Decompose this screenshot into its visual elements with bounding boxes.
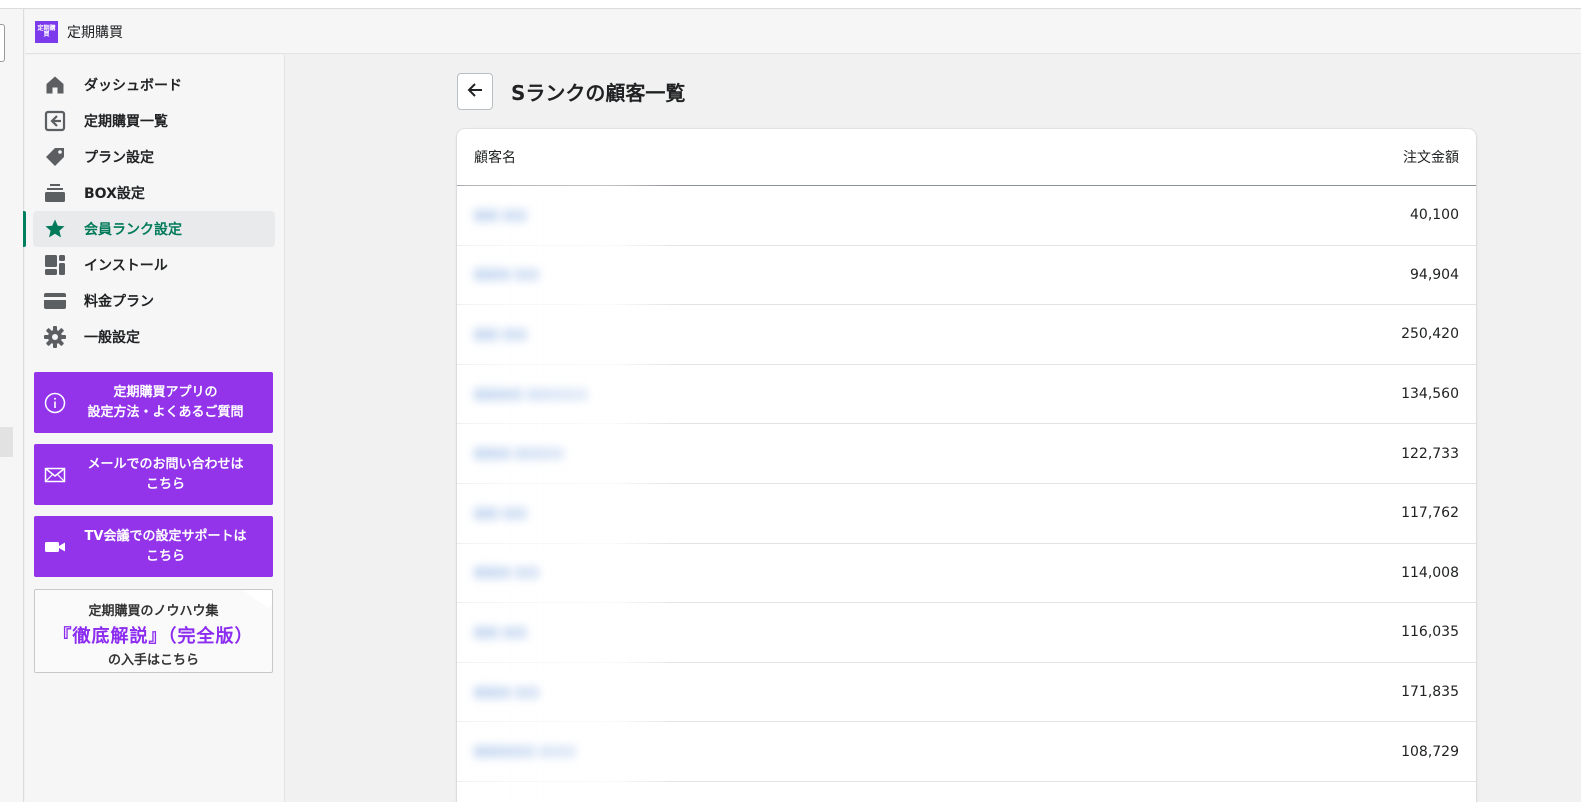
sidebar-item-label: プラン設定 xyxy=(84,150,154,166)
table-row: ■■ ■■ 116,035 xyxy=(457,603,1476,663)
knowhow-line2: 『徹底解説』（完全版） xyxy=(53,626,254,647)
subscription-list-icon xyxy=(43,109,67,133)
mail-promo-line2: こちら xyxy=(145,476,185,492)
sidebar-item-label: BOX設定 xyxy=(84,186,145,202)
column-header-name: 顧客名 xyxy=(474,150,516,166)
table-header: 顧客名 注文金額 xyxy=(457,129,1476,186)
knowhow-line1: 定期購買のノウハウ集 xyxy=(88,604,219,619)
sidebar-item-dashboard[interactable]: ダッシュボード xyxy=(33,67,275,103)
info-icon xyxy=(44,392,66,414)
tv-promo-line2: こちら xyxy=(145,548,185,564)
sidebar-item-label: インストール xyxy=(84,258,168,274)
table-row: ■■■ ■■ 171,835 xyxy=(457,663,1476,723)
order-amount: 114,008 xyxy=(1401,564,1459,581)
mail-contact-button[interactable]: メールでのお問い合わせは こちら xyxy=(34,444,273,505)
faq-promo-line1: 定期購買アプリの xyxy=(113,384,218,400)
credit-card-icon xyxy=(43,289,67,313)
sidebar-item-plans[interactable]: プラン設定 xyxy=(33,139,275,175)
star-icon xyxy=(43,217,67,241)
table-row: ■■ ■■ 117,762 xyxy=(457,484,1476,544)
customer-name-link[interactable]: ■■ ■■ xyxy=(474,506,527,521)
tv-support-button[interactable]: TV会議での設定サポートは こちら xyxy=(34,516,273,577)
tv-promo-line1: TV会議での設定サポートは xyxy=(84,528,247,544)
admin-left-rail xyxy=(0,9,24,802)
rail-toggle-handle[interactable] xyxy=(0,24,5,62)
page-title: Sランクの顧客一覧 xyxy=(511,81,686,105)
table-row: ■■■■■ ■■■ 108,729 xyxy=(457,722,1476,782)
sidebar: ダッシュボード 定期購買一覧 プラン設定 BOX設定 会員ランク設定 インストー… xyxy=(23,55,285,802)
mail-icon xyxy=(44,464,66,486)
app-logo: 定期購買 xyxy=(35,20,58,43)
customer-name-link[interactable]: ■■■ ■■ xyxy=(474,565,540,580)
tag-icon xyxy=(43,145,67,169)
table-row: ■■■ ■■ 94,904 xyxy=(457,246,1476,306)
knowhow-line3: の入手はこちら xyxy=(107,653,199,668)
order-amount: 171,835 xyxy=(1401,684,1459,701)
customer-name-link[interactable]: ■■ ■■ xyxy=(474,208,527,223)
customer-name-link[interactable]: ■■■ ■■ xyxy=(474,267,540,282)
order-amount: 94,904 xyxy=(1410,266,1459,283)
sidebar-item-label: 一般設定 xyxy=(84,330,140,346)
browser-top-strip xyxy=(0,0,1581,9)
sidebar-item-install[interactable]: インストール xyxy=(33,247,275,283)
sidebar-item-label: ダッシュボード xyxy=(84,78,182,94)
customer-name-link[interactable]: ■■ ■■ xyxy=(474,625,527,640)
sidebar-item-label: 料金プラン xyxy=(84,294,154,310)
table-row: ■■■ ■■■■ 122,733 xyxy=(457,424,1476,484)
customer-name-link[interactable]: ■■■■■ ■■■ xyxy=(474,744,576,759)
customer-name-link[interactable]: ■■ ■■ xyxy=(474,327,527,342)
table-row: ■■■ ■■ 114,008 xyxy=(457,544,1476,604)
faq-promo-line2: 設定方法・よくあるご質問 xyxy=(87,404,244,420)
page-header: Sランクの顧客一覧 xyxy=(457,73,685,110)
app-header: 定期購買 定期購買 xyxy=(25,10,1581,54)
home-icon xyxy=(43,73,67,97)
customer-name-link[interactable]: ■■■ ■■ xyxy=(474,685,540,700)
order-amount: 134,560 xyxy=(1401,386,1459,403)
order-amount: 40,100 xyxy=(1410,207,1459,224)
table-row: ■■ ■■ 250,420 xyxy=(457,305,1476,365)
order-amount: 122,733 xyxy=(1401,445,1459,462)
sidebar-item-member-rank[interactable]: 会員ランク設定 xyxy=(23,211,275,247)
sidebar-item-box[interactable]: BOX設定 xyxy=(33,175,275,211)
faq-promo-button[interactable]: 定期購買アプリの 設定方法・よくあるご質問 xyxy=(34,372,273,433)
rail-marker xyxy=(0,427,13,457)
table-row: ■■■■ ■■■■■ 134,560 xyxy=(457,365,1476,425)
order-amount: 250,420 xyxy=(1401,326,1459,343)
column-header-amount: 注文金額 xyxy=(1403,150,1459,166)
table-row: ■■ ■■ 40,100 xyxy=(457,186,1476,246)
box-stack-icon xyxy=(43,181,67,205)
order-amount: 117,762 xyxy=(1401,505,1459,522)
mail-promo-line1: メールでのお問い合わせは xyxy=(87,456,244,472)
sidebar-item-label: 会員ランク設定 xyxy=(84,222,182,238)
arrow-left-icon xyxy=(466,81,484,103)
knowhow-banner[interactable]: 定期購買のノウハウ集 『徹底解説』（完全版） の入手はこちら xyxy=(34,589,273,673)
sidebar-item-label: 定期購買一覧 xyxy=(84,114,168,130)
order-amount: 108,729 xyxy=(1401,743,1459,760)
back-button[interactable] xyxy=(457,73,493,110)
sidebar-item-subscriptions[interactable]: 定期購買一覧 xyxy=(33,103,275,139)
customer-name-link[interactable]: ■■■■ ■■■■■ xyxy=(474,387,589,402)
sidebar-item-pricing[interactable]: 料金プラン xyxy=(33,283,275,319)
video-camera-icon xyxy=(44,536,66,558)
order-amount: 116,035 xyxy=(1401,624,1459,641)
sidebar-item-general-settings[interactable]: 一般設定 xyxy=(33,319,275,355)
layout-icon xyxy=(43,253,67,277)
gear-icon xyxy=(43,325,67,349)
customer-name-link[interactable]: ■■■ ■■■■ xyxy=(474,446,564,461)
app-title: 定期購買 xyxy=(67,24,123,41)
customer-table-card: 顧客名 注文金額 ■■ ■■ 40,100 ■■■ ■■ 94,904 ■■ ■… xyxy=(457,129,1476,802)
